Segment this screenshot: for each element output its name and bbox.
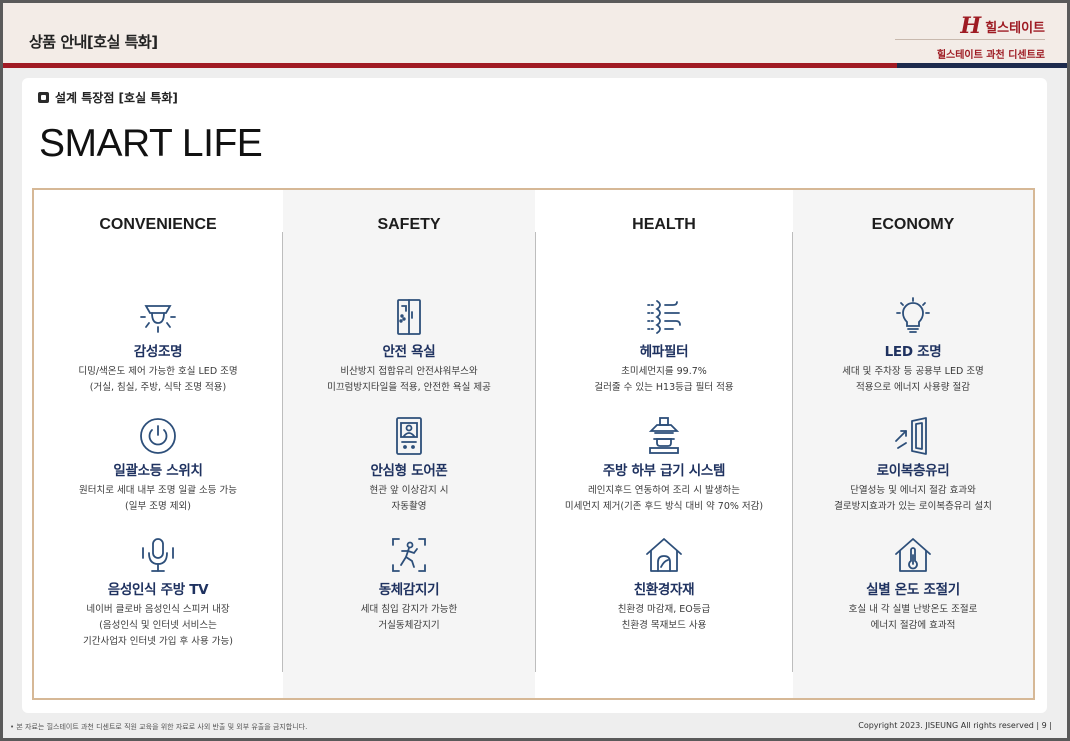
feature-item: 감성조명 디밍/색온도 제어 가능한 호실 LED 조명 (거실, 침실, 주방… [34, 296, 282, 396]
feature-title: 일괄소등 스위치 [113, 463, 203, 479]
footer-disclaimer: • 본 자료는 힐스테이트 과천 디센트로 직원 교육을 위한 자료로 사외 반… [10, 723, 308, 731]
desc-line: 세대 침입 감지가 가능한 [360, 604, 458, 615]
desc-line: 초미세먼지를 99.7% [621, 366, 707, 377]
shower-booth-icon [397, 299, 421, 335]
feature-item: 로이복층유리 단열성능 및 에너지 절감 효과와 결로방지효과가 있는 로이복층… [793, 415, 1033, 515]
feature-title: 동체감지기 [378, 582, 440, 598]
feature-item: 음성인식 주방 TV 네이버 클로바 음성인식 스피커 내장 (음성인식 및 인… [34, 534, 282, 650]
column-economy: ECONOMY LED 조명 세대 및 주차장 등 공용부 LED 조명 적용으… [793, 190, 1033, 698]
eco-house-icon [646, 538, 682, 572]
feature-title: 주방 하부 급기 시스템 [602, 463, 726, 479]
desc-line: 거실동체감지기 [378, 620, 440, 631]
features-panel: CONVENIENCE 감성조명 디밍/색온도 제어 가능한 호실 LED 조명… [32, 188, 1035, 700]
brand-name: 힐스테이트 [985, 20, 1045, 36]
feature-title: 안전 욕실 [382, 344, 436, 360]
feature-title: 헤파필터 [639, 344, 689, 360]
footer-copyright: Copyright 2023. JISEUNG All rights reser… [858, 721, 1052, 730]
led-bulb-icon [896, 297, 930, 333]
thermostat-house-icon [895, 538, 931, 572]
desc-line: (거실, 침실, 주방, 식탁 조명 적용) [89, 382, 227, 393]
feature-item: 헤파필터 초미세먼지를 99.7% 걸러줄 수 있는 H13등급 필터 적용 [536, 296, 792, 396]
feature-description: 단열성능 및 에너지 절감 효과와 결로방지효과가 있는 로이복층유리 설치 [793, 483, 1033, 515]
feature-title: 친환경자재 [633, 582, 695, 598]
feature-item: 일괄소등 스위치 원터치로 세대 내부 조명 일괄 소등 가능 (일부 조명 제… [34, 415, 282, 515]
column-heading: HEALTH [632, 216, 696, 233]
feature-description: 초미세먼지를 99.7% 걸러줄 수 있는 H13등급 필터 적용 [536, 364, 792, 396]
motion-sensor-icon [392, 538, 426, 572]
feature-description: 네이버 클로바 음성인식 스피커 내장 (음성인식 및 인터넷 서비스는 기간사… [34, 602, 282, 650]
ceiling-light-icon [140, 305, 176, 333]
desc-line: 호실 내 각 실별 난방온도 조절로 [848, 604, 978, 615]
section-title: SMART LIFE [39, 122, 263, 165]
feature-title: 안심형 도어폰 [370, 463, 448, 479]
feature-description: 세대 침입 감지가 가능한 거실동체감지기 [283, 602, 535, 634]
feature-title: 로이복층유리 [876, 463, 950, 479]
desc-line: (음성인식 및 인터넷 서비스는 [99, 620, 217, 631]
desc-line: 친환경 목재보드 사용 [621, 620, 707, 631]
column-health: HEALTH 헤파필터 초미세먼지를 99.7% 걸러줄 수 있는 H13등급 … [536, 190, 792, 698]
feature-item: 동체감지기 세대 침입 감지가 가능한 거실동체감지기 [283, 534, 535, 634]
brand-mark-icon: H [960, 13, 982, 39]
door-phone-icon [396, 417, 422, 455]
feature-description: 디밍/색온도 제어 가능한 호실 LED 조명 (거실, 침실, 주방, 식탁 … [34, 364, 282, 396]
desc-line: (일부 조명 제외) [125, 501, 191, 512]
desc-line: 비산방지 접합유리 안전샤워부스와 [340, 366, 478, 377]
desc-line: 에너지 절감에 효과적 [870, 620, 956, 631]
feature-item: 주방 하부 급기 시스템 레인지후드 연동하여 조리 시 발생하는 미세먼지 제… [536, 415, 792, 515]
content-card: 설계 특장점 [호실 특화] SMART LIFE CONVENIENCE 감성… [22, 78, 1047, 713]
feature-item: LED 조명 세대 및 주차장 등 공용부 LED 조명 적용으로 에너지 사용… [793, 296, 1033, 396]
feature-description: 원터치로 세대 내부 조명 일괄 소등 가능 (일부 조명 제외) [34, 483, 282, 515]
desc-line: 친환경 마감재, EO등급 [617, 604, 711, 615]
brand-logo: H 힐스테이트 [960, 13, 1045, 39]
desc-line: 기간사업자 인터넷 가입 후 사용 가능) [83, 636, 233, 647]
desc-line: 네이버 클로바 음성인식 스피커 내장 [86, 604, 230, 615]
section-tag-label: 설계 특장점 [호실 특화] [55, 91, 178, 105]
column-convenience: CONVENIENCE 감성조명 디밍/색온도 제어 가능한 호실 LED 조명… [34, 190, 282, 698]
feature-title: 실별 온도 조절기 [866, 582, 960, 598]
desc-line: 미끄럼방지타일을 적용, 안전한 욕실 제공 [327, 382, 491, 393]
feature-item: 안심형 도어폰 현관 앞 이상감지 시 자동촬영 [283, 415, 535, 515]
microphone-icon [142, 538, 174, 572]
feature-description: 친환경 마감재, EO등급 친환경 목재보드 사용 [536, 602, 792, 634]
desc-line: 적용으로 에너지 사용량 절감 [856, 382, 970, 393]
desc-line: 결로방지효과가 있는 로이복층유리 설치 [834, 501, 992, 512]
desc-line: 걸러줄 수 있는 H13등급 필터 적용 [594, 382, 734, 393]
feature-description: 호실 내 각 실별 난방온도 조절로 에너지 절감에 효과적 [793, 602, 1033, 634]
desc-line: 세대 및 주차장 등 공용부 LED 조명 [842, 366, 984, 377]
page-header: 상품 안내[호실 특화] H 힐스테이트 힐스테이트 과천 디센트로 [3, 3, 1067, 63]
window-glass-icon [895, 417, 927, 455]
column-heading: ECONOMY [871, 216, 955, 233]
feature-title: 감성조명 [133, 344, 183, 360]
feature-description: 세대 및 주차장 등 공용부 LED 조명 적용으로 에너지 사용량 절감 [793, 364, 1033, 396]
desc-line: 레인지후드 연동하여 조리 시 발생하는 [588, 485, 740, 496]
range-hood-icon [648, 417, 680, 454]
column-safety: SAFETY 안전 욕실 비산방지 접합유리 안전샤워부스와 미끄럼방지타일을 … [283, 190, 535, 698]
desc-line: 원터치로 세대 내부 조명 일괄 소등 가능 [79, 485, 237, 496]
power-switch-icon [140, 418, 176, 454]
desc-line: 단열성능 및 에너지 절감 효과와 [850, 485, 976, 496]
section-bullet-icon [38, 92, 49, 103]
desc-line: 자동촬영 [391, 501, 427, 512]
section-tag: 설계 특장점 [호실 특화] [38, 89, 178, 106]
feature-item: 친환경자재 친환경 마감재, EO등급 친환경 목재보드 사용 [536, 534, 792, 634]
desc-line: 디밍/색온도 제어 가능한 호실 LED 조명 [78, 366, 238, 377]
feature-title: 음성인식 주방 TV [107, 582, 209, 598]
desc-line: 미세먼지 제거(기존 후드 방식 대비 약 70% 저감) [564, 501, 764, 512]
brand-divider [895, 39, 1045, 40]
desc-line: 현관 앞 이상감지 시 [369, 485, 449, 496]
feature-item: 안전 욕실 비산방지 접합유리 안전샤워부스와 미끄럼방지타일을 적용, 안전한… [283, 296, 535, 396]
brand-subtitle: 힐스테이트 과천 디센트로 [936, 50, 1045, 61]
feature-description: 레인지후드 연동하여 조리 시 발생하는 미세먼지 제거(기존 후드 방식 대비… [536, 483, 792, 515]
air-filter-icon [647, 300, 681, 334]
feature-description: 비산방지 접합유리 안전샤워부스와 미끄럼방지타일을 적용, 안전한 욕실 제공 [283, 364, 535, 396]
page-header-title: 상품 안내[호실 특화] [29, 33, 158, 51]
feature-description: 현관 앞 이상감지 시 자동촬영 [283, 483, 535, 515]
column-heading: CONVENIENCE [99, 216, 217, 233]
feature-item: 실별 온도 조절기 호실 내 각 실별 난방온도 조절로 에너지 절감에 효과적 [793, 534, 1033, 634]
feature-title: LED 조명 [884, 344, 942, 360]
column-heading: SAFETY [377, 216, 441, 233]
header-accent-bar [3, 63, 1067, 68]
